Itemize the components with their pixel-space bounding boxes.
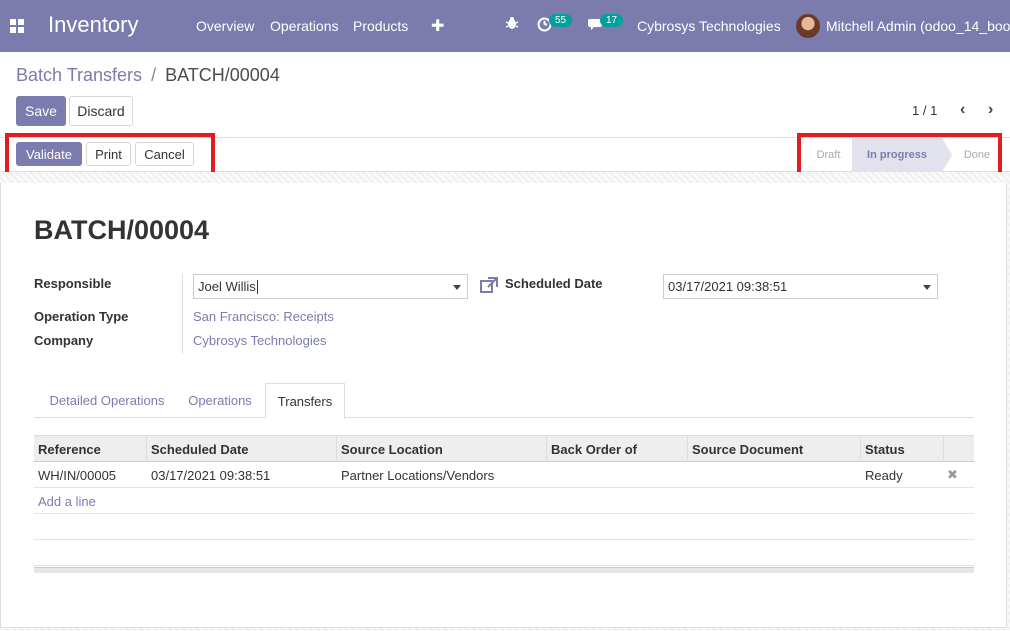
control-panel: Batch Transfers / BATCH/00004 Save Disca… <box>0 52 1010 138</box>
add-line-link[interactable]: Add a line <box>38 494 96 509</box>
pager-next-icon[interactable]: › <box>988 101 993 119</box>
scheduled-date-label: Scheduled Date <box>505 276 603 291</box>
apps-menu-icon[interactable] <box>10 19 24 33</box>
cell-source-document <box>688 462 861 488</box>
external-link-icon[interactable] <box>480 277 498 293</box>
scheduled-date-field[interactable]: 03/17/2021 09:38:51 <box>663 274 938 299</box>
responsible-value: Joel Willis <box>198 279 256 294</box>
cell-back-order <box>547 462 688 488</box>
tab-detailed-operations[interactable]: Detailed Operations <box>37 383 177 418</box>
column-header-status[interactable]: Status <box>861 436 944 462</box>
empty-row <box>34 514 974 540</box>
empty-row <box>34 540 974 566</box>
responsible-label: Responsible <box>34 276 112 291</box>
company-label: Company <box>34 333 94 348</box>
breadcrumb: Batch Transfers / BATCH/00004 <box>16 65 280 86</box>
column-header-source-location[interactable]: Source Location <box>337 436 547 462</box>
form-sheet: BATCH/00004 Responsible Operation Type C… <box>0 183 1007 628</box>
chevron-down-icon[interactable] <box>453 285 461 290</box>
bug-icon[interactable] <box>505 16 519 33</box>
add-line-row: Add a line <box>34 488 974 514</box>
highlight-box-stages <box>797 133 1002 177</box>
company-link[interactable]: Cybrosys Technologies <box>193 333 326 348</box>
breadcrumb-current: BATCH/00004 <box>165 65 280 85</box>
menu-products[interactable]: Products <box>353 18 408 34</box>
pager-value[interactable]: 1 / 1 <box>912 103 937 118</box>
operation-type-label: Operation Type <box>34 309 129 324</box>
column-header-scheduled-date[interactable]: Scheduled Date <box>147 436 337 462</box>
save-button[interactable]: Save <box>16 96 66 126</box>
app-title[interactable]: Inventory <box>48 12 139 38</box>
activity-badge: 55 <box>549 14 573 27</box>
cell-status: Ready <box>865 467 903 483</box>
column-header-back-order[interactable]: Back Order of <box>547 436 688 462</box>
activity-menu[interactable]: 55 <box>537 14 573 35</box>
tab-operations[interactable]: Operations <box>180 383 260 418</box>
field-divider <box>182 274 183 354</box>
menu-operations[interactable]: Operations <box>270 18 338 34</box>
scheduled-date-value: 03/17/2021 09:38:51 <box>668 279 788 294</box>
column-header-reference[interactable]: Reference <box>34 436 147 462</box>
plus-icon[interactable]: ✚ <box>431 16 444 36</box>
top-navbar: Inventory Overview Operations Products ✚… <box>0 0 1010 52</box>
tab-transfers[interactable]: Transfers <box>265 383 345 419</box>
messages-badge: 17 <box>600 14 624 27</box>
table-header: Reference Scheduled Date Source Location… <box>34 435 974 462</box>
user-avatar[interactable] <box>796 14 820 38</box>
text-cursor <box>256 279 258 294</box>
company-switcher[interactable]: Cybrosys Technologies <box>637 18 781 34</box>
cell-reference: WH/IN/00005 <box>38 467 117 483</box>
table-footer <box>34 567 974 573</box>
breadcrumb-separator: / <box>151 65 157 85</box>
remove-row-icon[interactable]: ✖ <box>947 467 958 483</box>
breadcrumb-batch-transfers[interactable]: Batch Transfers <box>16 65 142 85</box>
pager-previous-icon[interactable]: ‹ <box>960 101 965 119</box>
cell-source-location: Partner Locations/Vendors <box>341 467 495 483</box>
messages-menu[interactable]: 17 <box>588 14 624 34</box>
chevron-down-icon[interactable] <box>923 285 931 290</box>
responsible-field[interactable]: Joel Willis <box>193 274 468 299</box>
notebook-tabs: Detailed Operations Operations Transfers <box>34 383 974 419</box>
table-row[interactable]: WH/IN/00005 03/17/2021 09:38:51 Partner … <box>34 462 974 488</box>
highlight-box-actions <box>5 133 215 177</box>
operation-type-link[interactable]: San Francisco: Receipts <box>193 309 334 324</box>
record-title: BATCH/00004 <box>34 215 210 245</box>
menu-overview[interactable]: Overview <box>196 18 254 34</box>
user-menu[interactable]: Mitchell Admin (odoo_14_book) <box>826 18 1010 34</box>
cell-scheduled-date: 03/17/2021 09:38:51 <box>151 467 271 483</box>
discard-button[interactable]: Discard <box>69 96 133 126</box>
column-header-source-document[interactable]: Source Document <box>688 436 861 462</box>
